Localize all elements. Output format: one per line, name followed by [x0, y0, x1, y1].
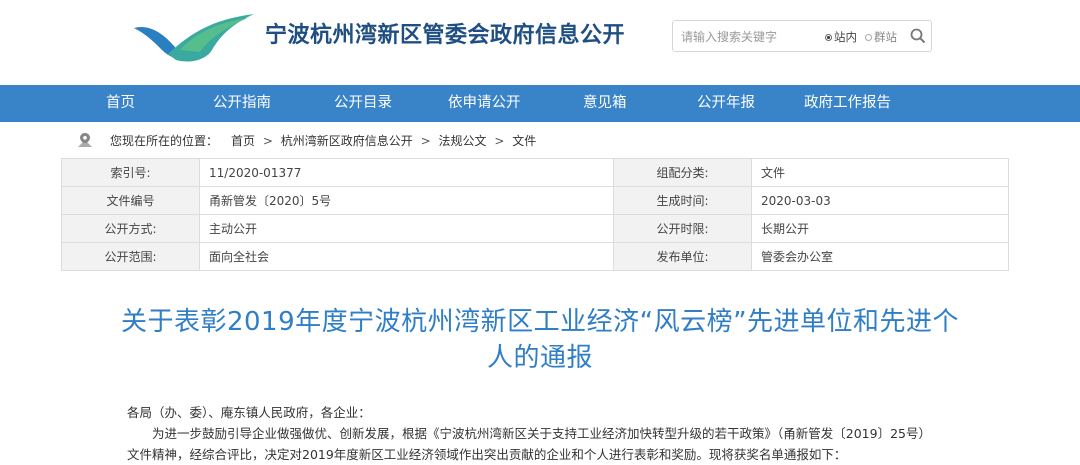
scope-site-label: 站内	[834, 30, 857, 44]
meta-value-category: 文件	[751, 158, 1009, 187]
breadcrumb: 首页 > 杭州湾新区政府信息公开 > 法规公文 > 文件	[231, 132, 536, 149]
search-box: 站内 群站	[672, 20, 932, 52]
article-body: 各局（办、委）、庵东镇人民政府，各企业： 为进一步鼓励引导企业做强做优、创新发展…	[127, 402, 942, 465]
article-paragraph: 为进一步鼓励引导企业做强做优、创新发展，根据《宁波杭州湾新区关于支持工业经济加快…	[127, 426, 931, 462]
search-icon[interactable]	[909, 27, 927, 45]
meta-key-disclosure-method: 公开方式:	[61, 214, 200, 243]
meta-value-disclosure-period: 长期公开	[751, 214, 1009, 243]
site-title: 宁波杭州湾新区管委会政府信息公开	[265, 23, 626, 48]
table-row: 公开范围: 面向全社会 发布单位: 管委会办公室	[61, 242, 1009, 271]
main-nav: 首页 公开指南 公开目录 依申请公开 意见箱 公开年报 政府工作报告	[0, 85, 1080, 122]
site-logo-icon[interactable]	[128, 6, 258, 68]
nav-item-catalog[interactable]: 公开目录	[334, 85, 392, 122]
nav-item-work-report[interactable]: 政府工作报告	[804, 85, 891, 122]
meta-key-scope: 公开范围:	[61, 242, 200, 271]
document-meta-table: 索引号: 11/2020-01377 组配分类: 文件 文件编号 甬新管发〔20…	[61, 158, 1009, 271]
meta-key-doc-number: 文件编号	[61, 186, 200, 215]
meta-value-created: 2020-03-03	[751, 186, 1009, 215]
nav-item-home[interactable]: 首页	[106, 85, 135, 122]
breadcrumb-label: 您现在所在的位置：	[110, 134, 219, 148]
table-row: 索引号: 11/2020-01377 组配分类: 文件	[61, 158, 1009, 187]
article-title-line: 人的通报	[486, 343, 593, 373]
scope-site-radio[interactable]: 站内	[825, 29, 857, 45]
nav-item-feedback[interactable]: 意见箱	[583, 85, 627, 122]
table-row: 公开方式: 主动公开 公开时限: 长期公开	[61, 214, 1009, 243]
article-title-line: 关于表彰2019年度宁波杭州湾新区工业经济“风云榜”先进单位和先进个	[120, 307, 960, 337]
breadcrumb-documents[interactable]: 文件	[512, 134, 536, 148]
radio-unselected-icon	[865, 33, 872, 41]
table-row: 文件编号 甬新管发〔2020〕5号 生成时间: 2020-03-03	[61, 186, 1009, 215]
article-title: 关于表彰2019年度宁波杭州湾新区工业经济“风云榜”先进单位和先进个 人的通报	[50, 304, 1030, 376]
meta-key-disclosure-period: 公开时限:	[613, 214, 752, 243]
meta-value-doc-number: 甬新管发〔2020〕5号	[199, 186, 614, 215]
radio-selected-icon	[825, 33, 832, 41]
breadcrumb-separator: >	[262, 134, 273, 148]
breadcrumb-regulations[interactable]: 法规公文	[438, 134, 486, 148]
breadcrumb-separator: >	[420, 134, 431, 148]
nav-item-request[interactable]: 依申请公开	[448, 85, 521, 122]
article-salutation: 各局（办、委）、庵东镇人民政府，各企业：	[127, 405, 371, 420]
meta-key-created: 生成时间:	[613, 186, 752, 215]
location-pin-icon	[78, 133, 92, 147]
meta-value-scope: 面向全社会	[199, 242, 614, 271]
meta-key-publisher: 发布单位:	[613, 242, 752, 271]
meta-value-publisher: 管委会办公室	[751, 242, 1009, 271]
site-header: 宁波杭州湾新区管委会政府信息公开 站内 群站	[0, 0, 1080, 85]
nav-item-annual-report[interactable]: 公开年报	[697, 85, 755, 122]
scope-group-label: 群站	[874, 30, 897, 44]
scope-group-radio[interactable]: 群站	[865, 29, 897, 45]
meta-key-category: 组配分类:	[613, 158, 752, 187]
meta-value-index: 11/2020-01377	[199, 158, 614, 187]
meta-value-disclosure-method: 主动公开	[199, 214, 614, 243]
breadcrumb-home[interactable]: 首页	[231, 134, 255, 148]
search-input[interactable]	[681, 27, 809, 47]
meta-key-index: 索引号:	[61, 158, 200, 187]
breadcrumb-separator: >	[494, 134, 505, 148]
breadcrumb-info-public[interactable]: 杭州湾新区政府信息公开	[281, 134, 413, 148]
nav-item-guide[interactable]: 公开指南	[213, 85, 271, 122]
